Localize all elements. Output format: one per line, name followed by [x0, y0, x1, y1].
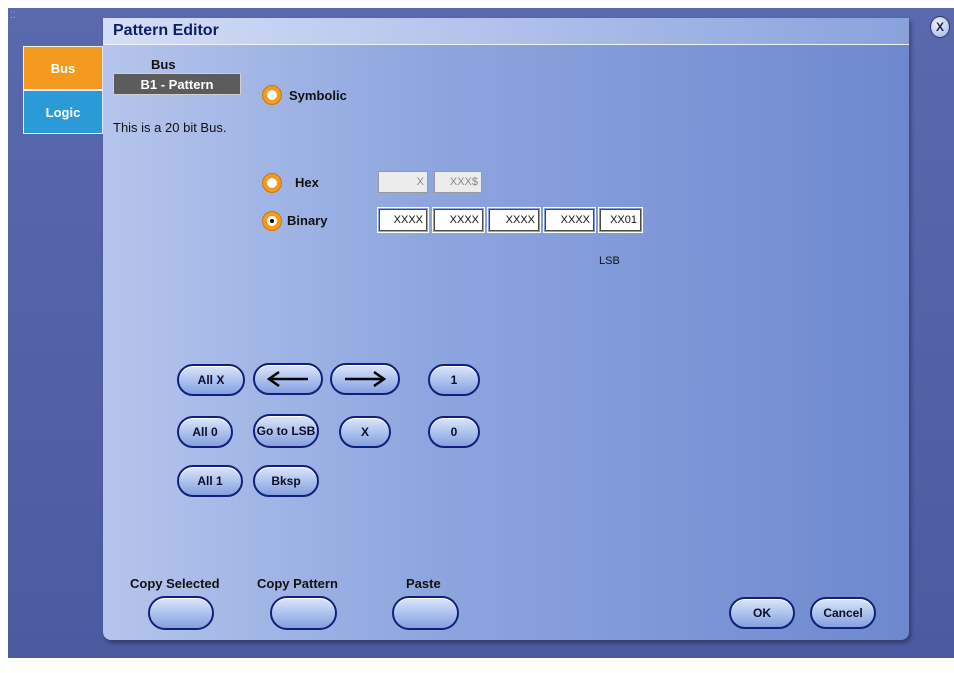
all-0-button[interactable]: All 0: [177, 416, 233, 448]
hex-label: Hex: [295, 175, 319, 190]
ok-button[interactable]: OK: [729, 597, 795, 629]
pattern-editor-panel: Pattern Editor Bus B1 - Pattern This is …: [103, 18, 909, 640]
x-button[interactable]: X: [339, 416, 391, 448]
lsb-label: LSB: [599, 255, 620, 267]
copy-selected-button[interactable]: [148, 596, 214, 630]
panel-title: Pattern Editor: [113, 22, 219, 39]
bus-label: Bus: [151, 57, 176, 72]
binary-radio[interactable]: [262, 211, 282, 231]
symbolic-radio[interactable]: [262, 85, 282, 105]
left-arrow-icon: [266, 371, 308, 387]
hex-field-1: XXX$: [434, 171, 482, 193]
tab-bus[interactable]: Bus: [23, 46, 103, 90]
go-to-lsb-button[interactable]: Go to LSB: [253, 414, 319, 448]
hex-field-0: X: [378, 171, 428, 193]
backspace-button[interactable]: Bksp: [253, 465, 319, 497]
panel-header: Pattern Editor: [103, 18, 909, 45]
copy-pattern-button[interactable]: [270, 596, 337, 630]
binary-field-0[interactable]: XXXX: [377, 207, 429, 233]
all-x-button[interactable]: All X: [177, 364, 245, 396]
left-arrow-button[interactable]: [253, 363, 323, 395]
right-arrow-button[interactable]: [330, 363, 400, 395]
bus-description: This is a 20 bit Bus.: [113, 120, 227, 135]
binary-field-lsb[interactable]: XX01: [598, 207, 643, 233]
binary-field-3[interactable]: XXXX: [543, 207, 596, 233]
binary-field-2[interactable]: XXXX: [487, 207, 541, 233]
binary-field-1[interactable]: XXXX: [432, 207, 485, 233]
right-arrow-icon: [345, 371, 387, 387]
paste-label: Paste: [406, 576, 441, 591]
close-button[interactable]: X: [930, 16, 950, 38]
tab-logic[interactable]: Logic: [23, 90, 103, 134]
resize-grip-icon[interactable]: ⁚⁚: [10, 10, 16, 21]
copy-pattern-label: Copy Pattern: [257, 576, 338, 591]
copy-selected-label: Copy Selected: [130, 576, 220, 591]
all-1-button[interactable]: All 1: [177, 465, 243, 497]
paste-button[interactable]: [392, 596, 459, 630]
cancel-button[interactable]: Cancel: [810, 597, 876, 629]
one-button[interactable]: 1: [428, 364, 480, 396]
binary-label: Binary: [287, 213, 328, 228]
symbolic-label: Symbolic: [289, 88, 347, 103]
bus-selector[interactable]: B1 - Pattern: [113, 73, 241, 95]
hex-radio[interactable]: [262, 173, 282, 193]
zero-button[interactable]: 0: [428, 416, 480, 448]
